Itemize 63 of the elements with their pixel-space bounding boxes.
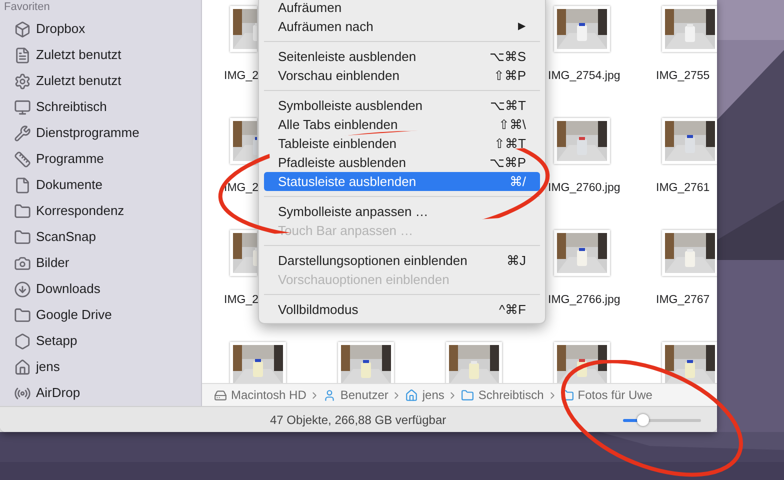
sidebar-item[interactable]: Dienstprogramme [4, 120, 201, 146]
status-text: 47 Objekte, 266,88 GB verfügbar [270, 412, 446, 428]
sidebar-item[interactable]: Programme [4, 146, 201, 172]
menu-item[interactable]: Symbolleiste anpassen … [264, 202, 540, 221]
sidebar-item[interactable]: Schreibtisch [4, 94, 201, 120]
file-name[interactable]: IMG_2 [224, 68, 259, 86]
user-icon [323, 388, 336, 402]
menu-item[interactable]: Statusleiste ausblenden ⌘/ [264, 172, 540, 191]
sidebar-item[interactable]: AirDrop [4, 380, 201, 406]
menu-item[interactable]: Symbolleiste ausblenden ⌥⌘T [264, 96, 540, 115]
slider-thumb[interactable] [636, 414, 648, 426]
folder-icon [461, 388, 474, 402]
file-icon [14, 176, 31, 194]
file-name[interactable]: IMG_2761 [656, 180, 710, 198]
path-item[interactable]: jens [405, 386, 444, 404]
camera-icon [14, 254, 31, 272]
download-icon [14, 280, 31, 298]
file-name[interactable]: IMG_2754.jpg [548, 68, 620, 86]
gear-icon [14, 72, 31, 90]
folder-icon [14, 228, 31, 246]
sidebar-item[interactable]: Downloads [4, 276, 201, 302]
hexagon-icon [14, 332, 31, 350]
menu-item[interactable]: Seitenleiste ausblenden ⌥⌘S [264, 47, 540, 66]
sidebar-heading: Favoriten [4, 0, 51, 14]
home-icon [14, 358, 31, 376]
sidebar-item[interactable]: Google Drive [4, 302, 201, 328]
sidebar-item[interactable]: ScanSnap [4, 224, 201, 250]
menu-item[interactable]: Aufräumen [264, 0, 540, 17]
folder-icon [560, 388, 574, 402]
path-item[interactable]: Fotos für Uwe [560, 386, 652, 404]
menu-item[interactable]: Aufräumen nach ▶ [264, 17, 540, 36]
ruler-icon [14, 150, 31, 168]
zoom-slider[interactable] [623, 414, 701, 426]
menu-item[interactable]: Pfadleiste ausblenden ⌥⌘P [264, 153, 540, 172]
sidebar-item[interactable]: Korrespondenz [4, 198, 201, 224]
file-name[interactable]: IMG_2760.jpg [548, 180, 620, 198]
menu-item[interactable]: Alle Tabs einblenden ⇧⌘\ [264, 115, 540, 134]
folder-icon [14, 306, 31, 324]
box-icon [14, 20, 31, 38]
sidebar-item[interactable]: jens [4, 354, 201, 380]
monitor-icon [14, 98, 31, 116]
path-item[interactable]: Macintosh HD [214, 386, 306, 404]
sidebar-item[interactable]: Zuletzt benutzt [4, 42, 201, 68]
wrench-icon [14, 124, 31, 142]
file-name[interactable]: IMG_2 [224, 180, 259, 198]
menu-item[interactable]: Darstellungsoptionen einblenden ⌘J [264, 251, 540, 270]
sidebar-item[interactable]: Dokumente [4, 172, 201, 198]
menu-item[interactable]: Tableiste einblenden ⇧⌘T [264, 134, 540, 153]
menu-item[interactable]: Vorschau einblenden ⇧⌘P [264, 66, 540, 85]
document-icon [14, 46, 31, 64]
path-item[interactable]: Schreibtisch [461, 386, 544, 404]
file-name[interactable]: IMG_2755 [656, 68, 710, 86]
sidebar-item[interactable]: Dropbox [4, 16, 201, 42]
sidebar-item[interactable]: Zuletzt benutzt [4, 68, 201, 94]
folder-icon [14, 202, 31, 220]
file-name[interactable]: IMG_2766.jpg [548, 292, 620, 310]
home-icon [405, 388, 418, 402]
sidebar-item[interactable]: Bilder [4, 250, 201, 276]
menu-item[interactable]: Vollbildmodus ^⌘F [264, 300, 540, 319]
file-name[interactable]: IMG_2767 [656, 292, 710, 310]
path-item[interactable]: Benutzer [323, 386, 388, 404]
sidebar-item[interactable]: Setapp [4, 328, 201, 354]
file-name[interactable]: IMG_2 [224, 292, 259, 310]
